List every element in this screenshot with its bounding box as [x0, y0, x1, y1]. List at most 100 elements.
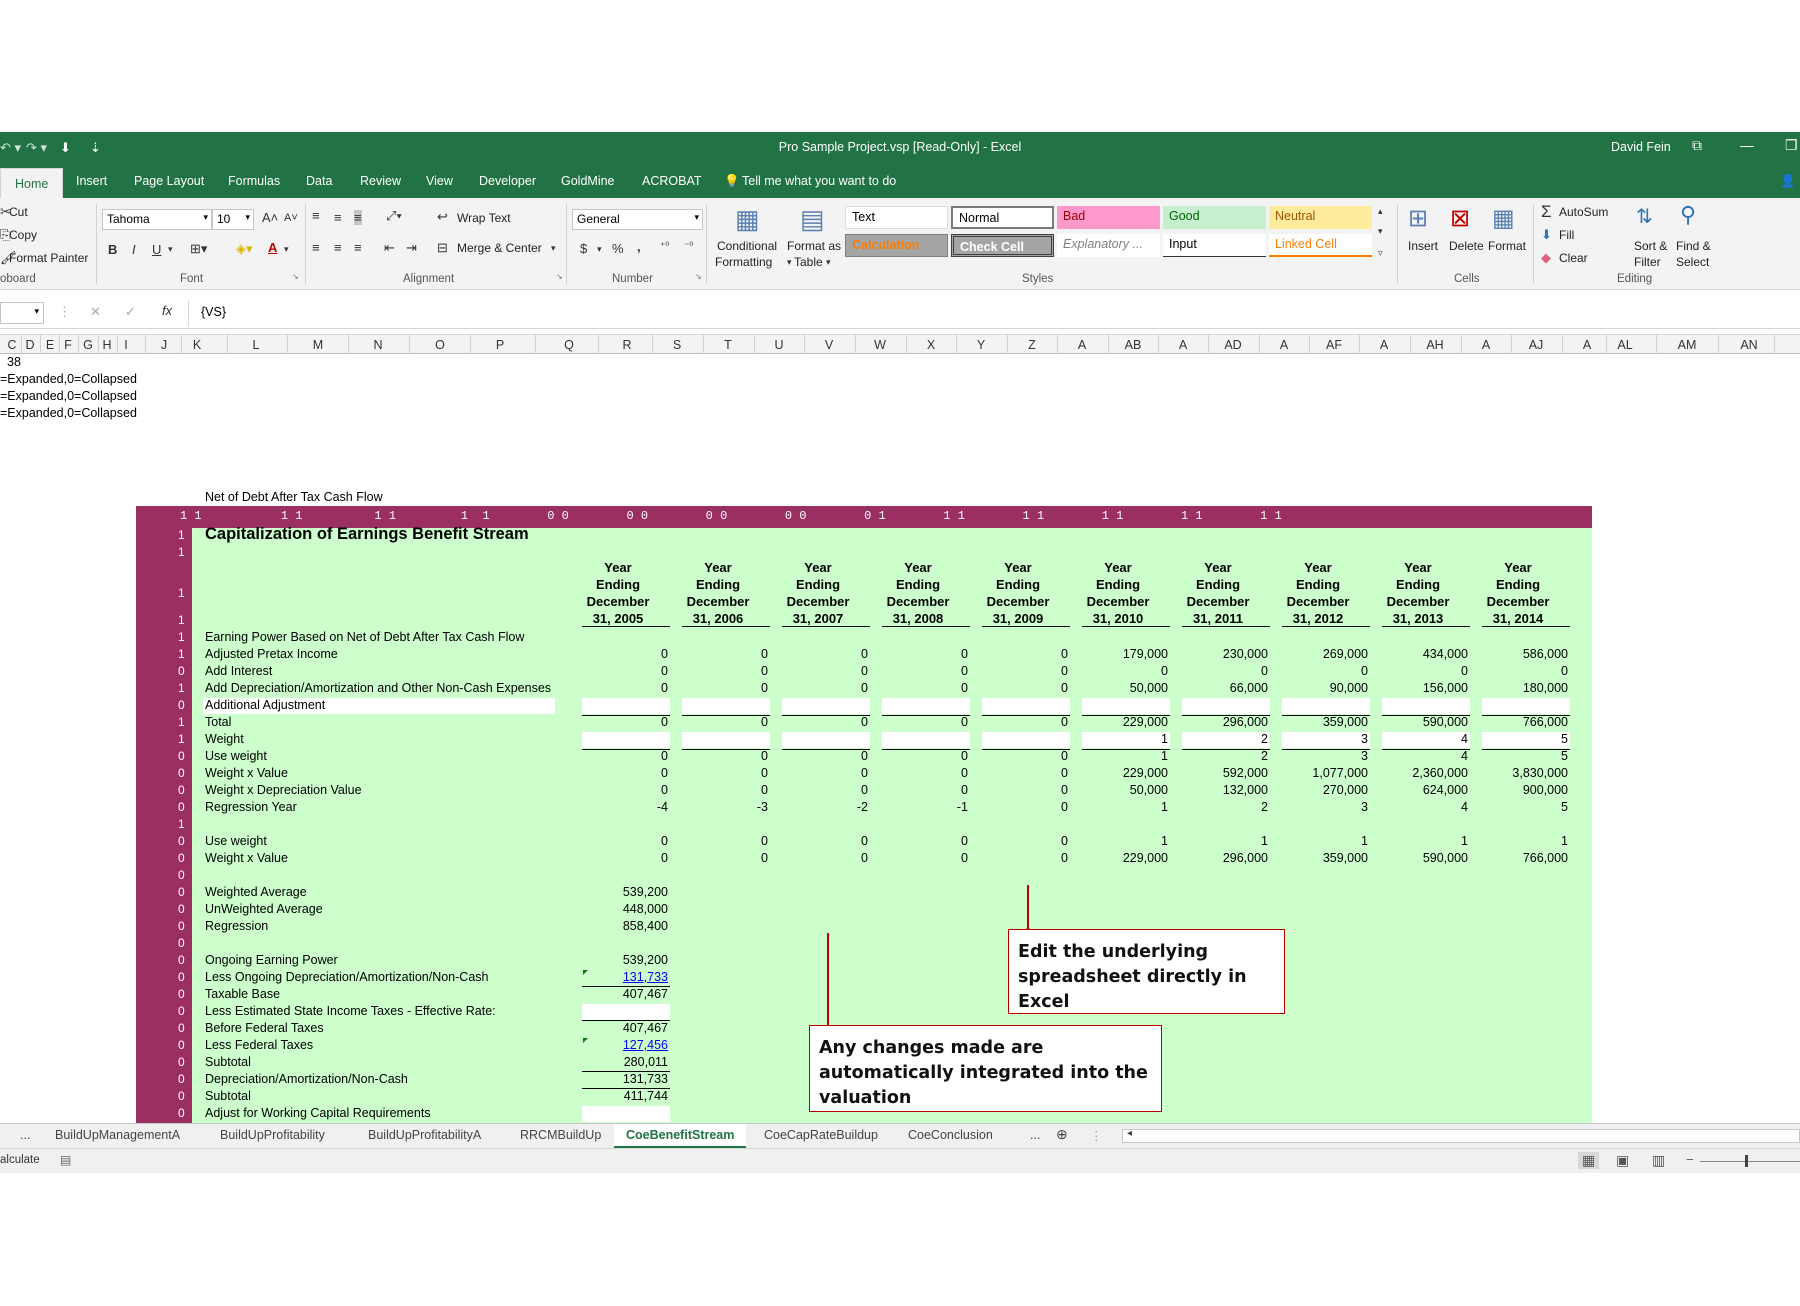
year-header[interactable]: Year Ending December 31, 2014 [1473, 559, 1563, 627]
column-divider[interactable] [40, 335, 41, 354]
grow-font-icon[interactable]: A˄ [262, 210, 278, 225]
merge-center-icon[interactable]: ⊟ [437, 240, 448, 256]
zoom-slider-thumb[interactable] [1745, 1155, 1748, 1167]
zoom-slider[interactable] [1700, 1161, 1800, 1162]
row-label[interactable]: Weight x Value [205, 766, 288, 780]
style-linked-cell[interactable]: Linked Cell [1269, 234, 1372, 257]
row-label[interactable]: Add Depreciation/Amortization and Other … [205, 681, 551, 695]
column-divider[interactable] [180, 335, 182, 354]
restore-icon[interactable]: ❐ [1785, 137, 1798, 154]
column-header[interactable]: A [1380, 338, 1388, 352]
tab-acrobat[interactable]: ACROBAT [642, 174, 702, 188]
fill-button[interactable]: Fill [1559, 228, 1574, 242]
column-divider[interactable] [1774, 335, 1775, 354]
column-header[interactable]: AF [1326, 338, 1342, 352]
sheet-tab[interactable]: BuildUpProfitabilityA [368, 1128, 481, 1142]
column-divider[interactable] [1006, 335, 1008, 354]
insert-function-button[interactable]: fx [162, 303, 172, 318]
row-label[interactable]: Adjusted Pretax Income [205, 647, 338, 661]
style-text[interactable]: Text [845, 206, 948, 229]
column-divider[interactable] [409, 335, 410, 354]
merge-center-button[interactable]: Merge & Center [457, 241, 542, 255]
sheet-tab[interactable]: CoeCapRateBuildup [764, 1128, 878, 1142]
style-bad[interactable]: Bad [1057, 206, 1160, 229]
column-header[interactable]: AB [1125, 338, 1142, 352]
wrap-text-button[interactable]: Wrap Text [457, 211, 511, 225]
column-header[interactable]: P [496, 338, 504, 352]
fill-color-icon[interactable]: ◈▾ [236, 241, 253, 257]
tab-data[interactable]: Data [306, 174, 332, 188]
column-header[interactable]: V [825, 338, 833, 352]
input-cell[interactable] [782, 698, 870, 714]
conditional-formatting-label1[interactable]: Conditional [717, 239, 777, 253]
cancel-icon[interactable]: ✕ [90, 304, 101, 320]
cell-value[interactable]: 0 [1448, 664, 1568, 678]
year-header[interactable]: Year Ending December 31, 2006 [673, 559, 763, 627]
column-divider[interactable] [956, 335, 957, 354]
autosum-icon[interactable]: Σ [1541, 202, 1552, 222]
column-header[interactable]: R [622, 338, 631, 352]
column-header[interactable]: A [1280, 338, 1288, 352]
row-label[interactable]: Use weight [205, 749, 267, 763]
summary-label[interactable]: Before Federal Taxes [205, 1021, 324, 1035]
column-divider[interactable] [1656, 335, 1657, 354]
underline-button[interactable]: U [152, 242, 161, 257]
summary-value[interactable]: 539,200 [548, 885, 668, 899]
input-cell[interactable] [882, 732, 970, 748]
row-label[interactable]: Add Interest [205, 664, 272, 678]
column-divider[interactable] [652, 335, 653, 354]
column-header[interactable]: E [46, 338, 54, 352]
column-divider[interactable] [145, 335, 146, 354]
summary-value[interactable]: 407,467 [548, 1021, 668, 1035]
summary-label[interactable]: Weighted Average [205, 885, 307, 899]
format-as-table-label1[interactable]: Format as [787, 239, 841, 253]
chevron-down-icon[interactable]: ▾ [787, 257, 792, 268]
sort-filter-label2[interactable]: Filter [1634, 255, 1661, 269]
column-header[interactable]: F [64, 338, 72, 352]
summary-label[interactable]: Subtotal [205, 1055, 251, 1069]
column-divider[interactable] [1561, 335, 1563, 354]
conditional-formatting-icon[interactable]: ▦ [735, 204, 760, 235]
tell-me-search[interactable]: Tell me what you want to do [742, 174, 896, 188]
column-header[interactable]: AL [1617, 338, 1632, 352]
macro-record-icon[interactable]: ▤ [60, 1153, 71, 1167]
styles-scroll-down-icon[interactable]: ▾ [1378, 226, 1383, 237]
styles-more-icon[interactable]: ▿ [1378, 248, 1383, 259]
column-header[interactable]: Z [1028, 338, 1036, 352]
font-color-icon[interactable]: A [268, 240, 277, 255]
summary-label[interactable]: Regression [205, 919, 268, 933]
year-header[interactable]: Year Ending December 31, 2011 [1173, 559, 1263, 627]
column-header[interactable]: Q [564, 338, 574, 352]
decrease-indent-icon[interactable]: ⇤ [384, 240, 395, 256]
column-divider[interactable] [854, 335, 856, 354]
cell-value[interactable]: 766,000 [1448, 851, 1568, 865]
style-explanatory[interactable]: Explanatory ... [1057, 234, 1160, 257]
chevron-down-icon[interactable]: ▾ [826, 257, 831, 268]
sort-filter-icon[interactable]: ⇅ [1636, 204, 1653, 229]
dialog-launcher-icon[interactable]: ↘ [695, 272, 702, 281]
column-header[interactable]: AN [1740, 338, 1757, 352]
column-header[interactable]: Y [977, 338, 985, 352]
cell-value[interactable]: 3,830,000 [1448, 766, 1568, 780]
summary-value[interactable]: 131,733 [548, 1072, 668, 1086]
column-divider[interactable] [1606, 335, 1607, 354]
column-divider[interactable] [905, 335, 907, 354]
summary-label[interactable]: Subtotal [205, 1089, 251, 1103]
input-cell[interactable] [582, 1106, 670, 1122]
format-painter-button[interactable]: Format Painter [9, 251, 88, 265]
column-header[interactable]: T [724, 338, 732, 352]
year-header[interactable]: Year Ending December 31, 2012 [1273, 559, 1363, 627]
orientation-icon[interactable]: ⤢▾ [386, 208, 402, 224]
row-label[interactable]: Additional Adjustment [205, 698, 325, 712]
sheet-tab[interactable]: BuildUpManagementA [55, 1128, 180, 1142]
percent-button[interactable]: % [612, 241, 624, 256]
input-cell[interactable] [582, 1004, 670, 1020]
column-header[interactable]: H [102, 338, 111, 352]
column-divider[interactable] [287, 335, 288, 354]
minimize-icon[interactable]: — [1740, 137, 1754, 153]
find-select-label2[interactable]: Select [1676, 255, 1709, 269]
sheet-label-above[interactable]: Net of Debt After Tax Cash Flow [205, 490, 383, 504]
insert-cells-icon[interactable]: ⊞ [1408, 204, 1428, 233]
input-cell[interactable] [582, 732, 670, 748]
summary-label[interactable]: Ongoing Earning Power [205, 953, 338, 967]
